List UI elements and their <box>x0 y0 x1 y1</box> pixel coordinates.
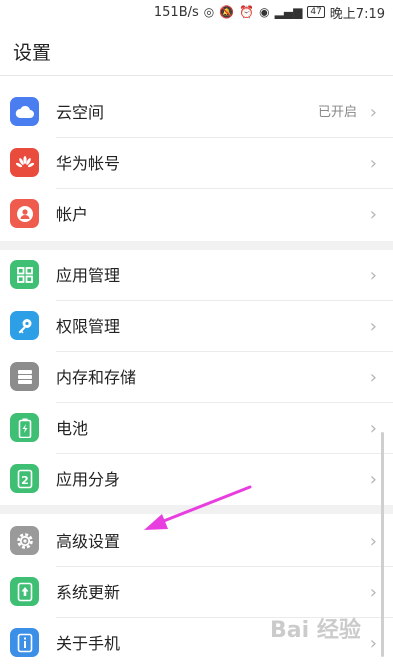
signal-icon: ▂▄▆ <box>274 5 303 19</box>
battery-icon <box>10 413 39 442</box>
settings-group-account: 云空间 已开启 › 华为帐号 › 帐户 › <box>0 87 393 240</box>
chevron-right-icon: › <box>369 531 377 552</box>
chevron-right-icon: › <box>369 469 377 490</box>
chevron-right-icon: › <box>369 633 377 654</box>
chevron-right-icon: › <box>369 153 377 174</box>
settings-item-label: 帐户 <box>56 205 89 224</box>
settings-item-label: 华为帐号 <box>56 154 121 173</box>
header: 设置 <box>0 24 393 76</box>
clock: 晚上7:19 <box>329 6 385 22</box>
network-speed: 151B/s <box>153 4 199 20</box>
chevron-right-icon: › <box>369 265 377 286</box>
eye-icon: ◉ <box>259 5 270 19</box>
system-update-icon <box>10 577 39 606</box>
settings-item-huawei-id[interactable]: 华为帐号 › <box>0 138 393 189</box>
settings-item-label: 电池 <box>56 419 89 438</box>
settings-item-label: 关于手机 <box>56 634 121 653</box>
settings-item-label: 云空间 <box>56 103 105 122</box>
hotspot-icon: ◎ <box>203 5 215 19</box>
settings-item-label: 高级设置 <box>56 532 121 551</box>
settings-item-account[interactable]: 帐户 › <box>0 189 393 240</box>
settings-item-label: 应用分身 <box>56 470 121 489</box>
alarm-icon: ⏰ <box>239 5 255 19</box>
svg-text:2: 2 <box>21 474 29 487</box>
chevron-right-icon: › <box>369 418 377 439</box>
settings-item-system-update[interactable]: 系统更新 › <box>0 567 393 618</box>
cloud-icon <box>10 97 39 126</box>
settings-item-app-management[interactable]: 应用管理 › <box>0 250 393 301</box>
settings-item-battery[interactable]: 电池 › <box>0 403 393 454</box>
settings-group-system: 高级设置 › 系统更新 › 关于手机 › <box>0 516 393 669</box>
settings-item-label: 系统更新 <box>56 583 121 602</box>
huawei-logo-icon <box>10 148 39 177</box>
settings-item-storage[interactable]: 内存和存储 › <box>0 352 393 403</box>
group-separator <box>0 241 393 250</box>
key-icon <box>10 311 39 340</box>
settings-item-label: 应用管理 <box>56 266 121 285</box>
page-title: 设置 <box>13 42 52 64</box>
settings-group-apps: 应用管理 › 权限管理 › 内存和存储 › 电池 › 2 应用分身 › <box>0 250 393 505</box>
settings-item-about-phone[interactable]: 关于手机 › <box>0 618 393 669</box>
settings-item-value: 已开启 <box>317 105 357 120</box>
settings-item-label: 内存和存储 <box>56 368 137 387</box>
grid-apps-icon <box>10 260 39 289</box>
user-icon <box>10 199 39 228</box>
battery-indicator: 47 <box>307 6 325 18</box>
chevron-right-icon: › <box>369 102 377 123</box>
phone-info-icon <box>10 628 39 657</box>
storage-icon <box>10 362 39 391</box>
chevron-right-icon: › <box>369 316 377 337</box>
settings-item-cloud[interactable]: 云空间 已开启 › <box>0 87 393 138</box>
settings-item-permissions[interactable]: 权限管理 › <box>0 301 393 352</box>
app-twin-icon: 2 <box>10 464 39 493</box>
gear-icon <box>10 526 39 555</box>
status-bar: 151B/s ◎ 🔕 ⏰ ◉ ▂▄▆ 47 晚上7:19 <box>0 0 393 24</box>
mute-icon: 🔕 <box>219 5 235 19</box>
chevron-right-icon: › <box>369 367 377 388</box>
annotation-arrow <box>144 485 252 530</box>
chevron-right-icon: › <box>369 582 377 603</box>
scrollbar[interactable] <box>381 432 384 657</box>
settings-item-label: 权限管理 <box>56 317 121 336</box>
chevron-right-icon: › <box>369 204 377 225</box>
